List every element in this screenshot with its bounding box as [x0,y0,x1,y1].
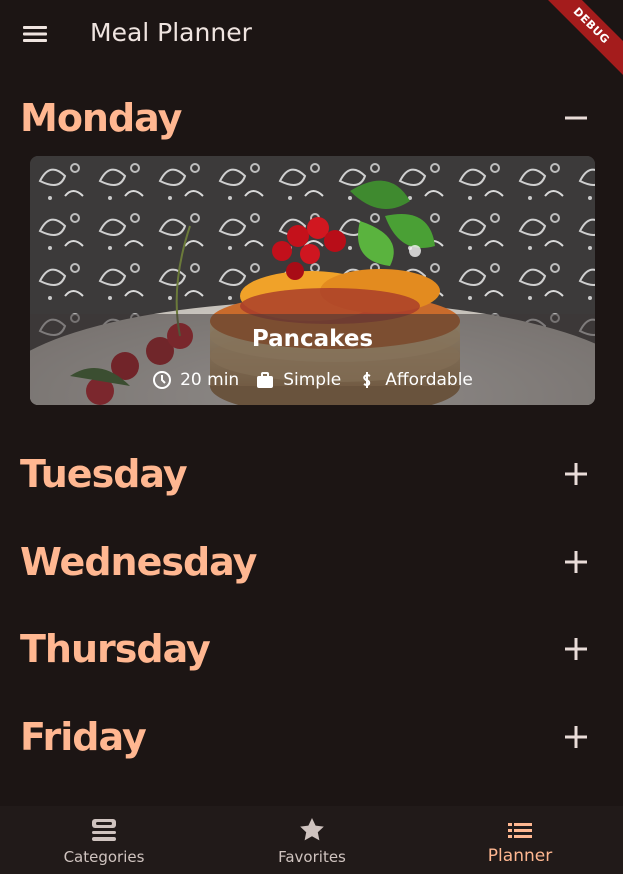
expand-button[interactable] [558,719,594,755]
nav-label: Favorites [278,848,346,866]
meal-meta: 20 min Simple Affordable [30,370,595,390]
collapse-button[interactable] [558,100,594,136]
nav-item-planner[interactable]: Planner [416,806,623,874]
nav-label: Planner [487,846,553,866]
meal-card[interactable]: Pancakes 20 min Simple Affordable [30,156,595,405]
expand-button[interactable] [558,631,594,667]
day-row-wednesday: Wednesday [0,532,623,592]
day-name: Thursday [20,627,211,671]
expand-button[interactable] [558,544,594,580]
duration-label: 20 min [180,370,240,390]
day-name: Wednesday [20,540,257,584]
day-name: Tuesday [20,452,188,496]
complexity-label: Simple [283,370,342,390]
day-row-tuesday: Tuesday [0,444,623,504]
list-icon [508,823,532,838]
briefcase-icon [257,372,274,388]
plus-icon [565,463,587,485]
affordability-label: Affordable [385,370,473,390]
affordability-item: Affordable [357,370,473,390]
menu-button[interactable] [18,17,52,51]
minus-icon [565,116,587,120]
star-icon [300,818,324,841]
plus-icon [565,638,587,660]
plus-icon [565,726,587,748]
page-title: Meal Planner [90,18,252,47]
app-bar: Meal Planner [0,0,623,66]
clock-icon [153,371,172,389]
categories-icon [92,819,116,841]
expand-button[interactable] [558,456,594,492]
day-name: Friday [20,715,147,759]
day-row-monday: Monday [0,88,623,148]
dollar-icon [363,372,371,388]
plus-icon [565,551,587,573]
nav-item-categories[interactable]: Categories [0,806,208,874]
bottom-navigation: Categories Favorites Planner [0,806,623,874]
nav-label: Categories [63,848,145,866]
day-row-thursday: Thursday [0,619,623,679]
duration-item: 20 min [152,370,239,390]
day-name: Monday [20,96,182,140]
hamburger-menu-icon [23,26,47,42]
complexity-item: Simple [255,370,341,390]
day-row-friday: Friday [0,707,623,767]
nav-item-favorites[interactable]: Favorites [208,806,416,874]
meal-title: Pancakes [251,326,374,352]
